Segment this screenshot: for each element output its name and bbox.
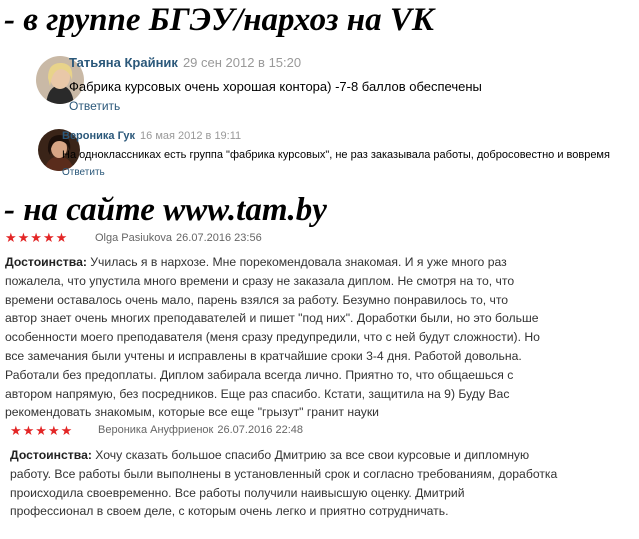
review-line: профессионал в своем деле, с которым оче… xyxy=(10,504,449,519)
review-date: 26.07.2016 22:48 xyxy=(217,424,304,436)
comment-author[interactable]: Вероника Гук 16 мая 2012 в 19:11 xyxy=(62,130,241,142)
comment-text: На одноклассниках есть группа "фабрика к… xyxy=(62,149,610,161)
review-text: Достоинства: Хочу сказать большое спасиб… xyxy=(10,446,557,521)
star-rating: ★★★★★ xyxy=(5,230,69,245)
pros-label: Достоинства: xyxy=(10,448,92,462)
review-meta: Olga Pasiukova 26.07.2016 23:56 xyxy=(95,232,262,244)
review-line: автор знает очень многих преподавателей … xyxy=(5,311,539,326)
review-line: пожалела, что упустила много времени и с… xyxy=(5,273,515,288)
comment-author[interactable]: Татьяна Крайник 29 сен 2012 в 15:20 xyxy=(69,55,301,70)
review-date: 26.07.2016 23:56 xyxy=(176,232,262,244)
vk-section-heading: - в группе БГЭУ/нархоз на VK xyxy=(4,2,434,38)
review-line: Хочу сказать большое спасибо Дмитрию за … xyxy=(91,448,530,462)
review-line: все замечания были учтены и исправлены в… xyxy=(5,348,522,363)
review-author: Вероника Ануфриенок xyxy=(98,424,214,436)
reply-link[interactable]: Ответить xyxy=(62,167,105,178)
review-author: Olga Pasiukova xyxy=(95,232,173,244)
review-line: особенности моего преподавателя (меня ср… xyxy=(5,330,540,345)
comment-author-name[interactable]: Вероника Гук xyxy=(62,130,135,142)
site-section-heading: - на сайте www.tam.by xyxy=(4,192,327,228)
reply-link[interactable]: Ответить xyxy=(69,99,120,113)
comment-date: 29 сен 2012 в 15:20 xyxy=(182,55,302,70)
comment-date: 16 мая 2012 в 19:11 xyxy=(140,130,242,142)
review-line: автором напрямую, без посредников. Еще р… xyxy=(5,386,510,401)
pros-label: Достоинства: xyxy=(5,255,87,269)
review-text: Достоинства: Училась я в нархозе. Мне по… xyxy=(5,253,540,422)
review-line: работу. Все работы были выполнены в уста… xyxy=(10,466,558,481)
star-rating: ★★★★★ xyxy=(10,423,74,438)
review-meta: Вероника Ануфриенок 26.07.2016 22:48 xyxy=(98,424,303,436)
review-line: Училась я в нархозе. Мне порекомендовала… xyxy=(86,255,507,269)
review-line: времени оставалось очень мало, парень вз… xyxy=(5,292,509,307)
review-line: рекомендовать знакомым, которые все еще … xyxy=(5,405,379,420)
comment-text: Фабрика курсовых очень хорошая контора) … xyxy=(69,79,482,94)
review-line: Работали без предоплаты. Диплом забирала… xyxy=(5,367,514,382)
review-line: происходила своевременно. Все работы пол… xyxy=(10,485,465,500)
comment-author-name[interactable]: Татьяна Крайник xyxy=(69,55,178,70)
